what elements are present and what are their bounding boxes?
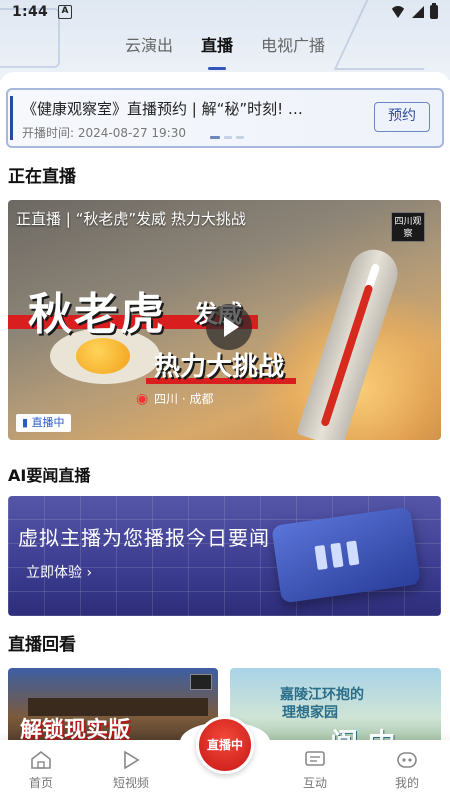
device-slot bbox=[314, 544, 328, 571]
device-slot bbox=[330, 542, 344, 568]
egg-yolk-image bbox=[76, 338, 130, 374]
location-pin-icon: ◉ bbox=[136, 391, 149, 407]
play-icon bbox=[124, 750, 140, 770]
status-bar: 1:44 A bbox=[0, 0, 450, 24]
play-button[interactable] bbox=[206, 304, 252, 350]
nav-short-video-label: 短视频 bbox=[112, 776, 149, 790]
nav-interact-label: 互动 bbox=[302, 776, 327, 790]
replay-card-title-line1: 嘉陵江环抱的 bbox=[280, 687, 364, 703]
live-badge-label: 直播中 bbox=[31, 416, 65, 429]
ai-news-headline: 虚拟主播为您播报今日要闻 bbox=[18, 526, 270, 550]
home-icon bbox=[31, 750, 51, 769]
tab-tv-radio[interactable]: 电视广播 bbox=[257, 30, 329, 64]
live-video-card[interactable]: 正直播 | “秋老虎”发威 热力大挑战 四川观察 秋老虎 发威 热力大挑战 ◉ … bbox=[8, 200, 441, 440]
ai-news-card[interactable]: 虚拟主播为您播报今日要闻 立即体验 › bbox=[8, 496, 441, 616]
device-slots bbox=[314, 540, 360, 571]
tab-live[interactable]: 直播 bbox=[197, 30, 237, 70]
reserve-button[interactable]: 预约 bbox=[374, 102, 430, 132]
booking-time: 开播时间: 2024-08-27 19:30 bbox=[22, 126, 186, 140]
location-text: 四川 · 成都 bbox=[154, 392, 214, 406]
status-icons bbox=[390, 3, 438, 19]
nav-home-label: 首页 bbox=[28, 776, 53, 790]
carousel-dot bbox=[236, 136, 244, 139]
nav-short-video[interactable]: 短视频 bbox=[96, 750, 166, 791]
replay-card-title-line2: 理想家园 bbox=[282, 705, 338, 721]
replay-section-title: 直播回看 bbox=[8, 635, 76, 655]
bottom-nav: 首页 短视频 直播中 互动 我的 bbox=[0, 716, 450, 800]
try-now-link[interactable]: 立即体验 › bbox=[26, 562, 92, 582]
booking-card[interactable]: 《健康观察室》直播预约 | 解“秘”时刻! … 开播时间: 2024-08-27… bbox=[6, 88, 444, 148]
carousel-indicator bbox=[210, 136, 244, 139]
location-tag: ◉ 四川 · 成都 bbox=[136, 390, 214, 407]
battery-icon bbox=[430, 3, 438, 19]
notification-icon: A bbox=[58, 5, 73, 19]
live-card-title: 正直播 | “秋老虎”发威 热力大挑战 bbox=[16, 210, 246, 228]
booking-title: 《健康观察室》直播预约 | 解“秘”时刻! … bbox=[22, 100, 303, 118]
carousel-dot bbox=[210, 136, 220, 139]
channel-logo: 四川观察 bbox=[391, 212, 425, 242]
status-time: 1:44 bbox=[12, 4, 49, 20]
main-content: 《健康观察室》直播预约 | 解“秘”时刻! … 开播时间: 2024-08-27… bbox=[0, 72, 450, 752]
nav-interact[interactable]: 互动 bbox=[280, 750, 350, 791]
nav-profile-label: 我的 bbox=[394, 776, 419, 790]
headline-main: 秋老虎 bbox=[28, 289, 166, 340]
carousel-dot bbox=[224, 136, 232, 139]
signal-icon bbox=[412, 6, 424, 18]
tab-cloud-show[interactable]: 云演出 bbox=[121, 30, 177, 64]
top-tabs: 云演出 直播 电视广播 bbox=[0, 30, 450, 70]
device-slot bbox=[346, 540, 360, 566]
nav-home[interactable]: 首页 bbox=[6, 750, 76, 791]
bar-chart-icon: ▮ bbox=[22, 416, 29, 429]
profile-icon bbox=[397, 752, 417, 768]
live-status-badge: ▮ 直播中 bbox=[16, 414, 71, 432]
live-now-section-title: 正在直播 bbox=[8, 167, 76, 187]
chat-icon bbox=[305, 751, 325, 766]
wifi-icon bbox=[390, 6, 406, 18]
headline-sub: 热力大挑战 bbox=[154, 352, 285, 382]
nav-live-button[interactable]: 直播中 bbox=[196, 716, 254, 774]
nav-profile[interactable]: 我的 bbox=[372, 750, 442, 791]
ai-news-section-title: AI要闻直播 bbox=[8, 466, 91, 485]
channel-logo bbox=[190, 674, 212, 690]
